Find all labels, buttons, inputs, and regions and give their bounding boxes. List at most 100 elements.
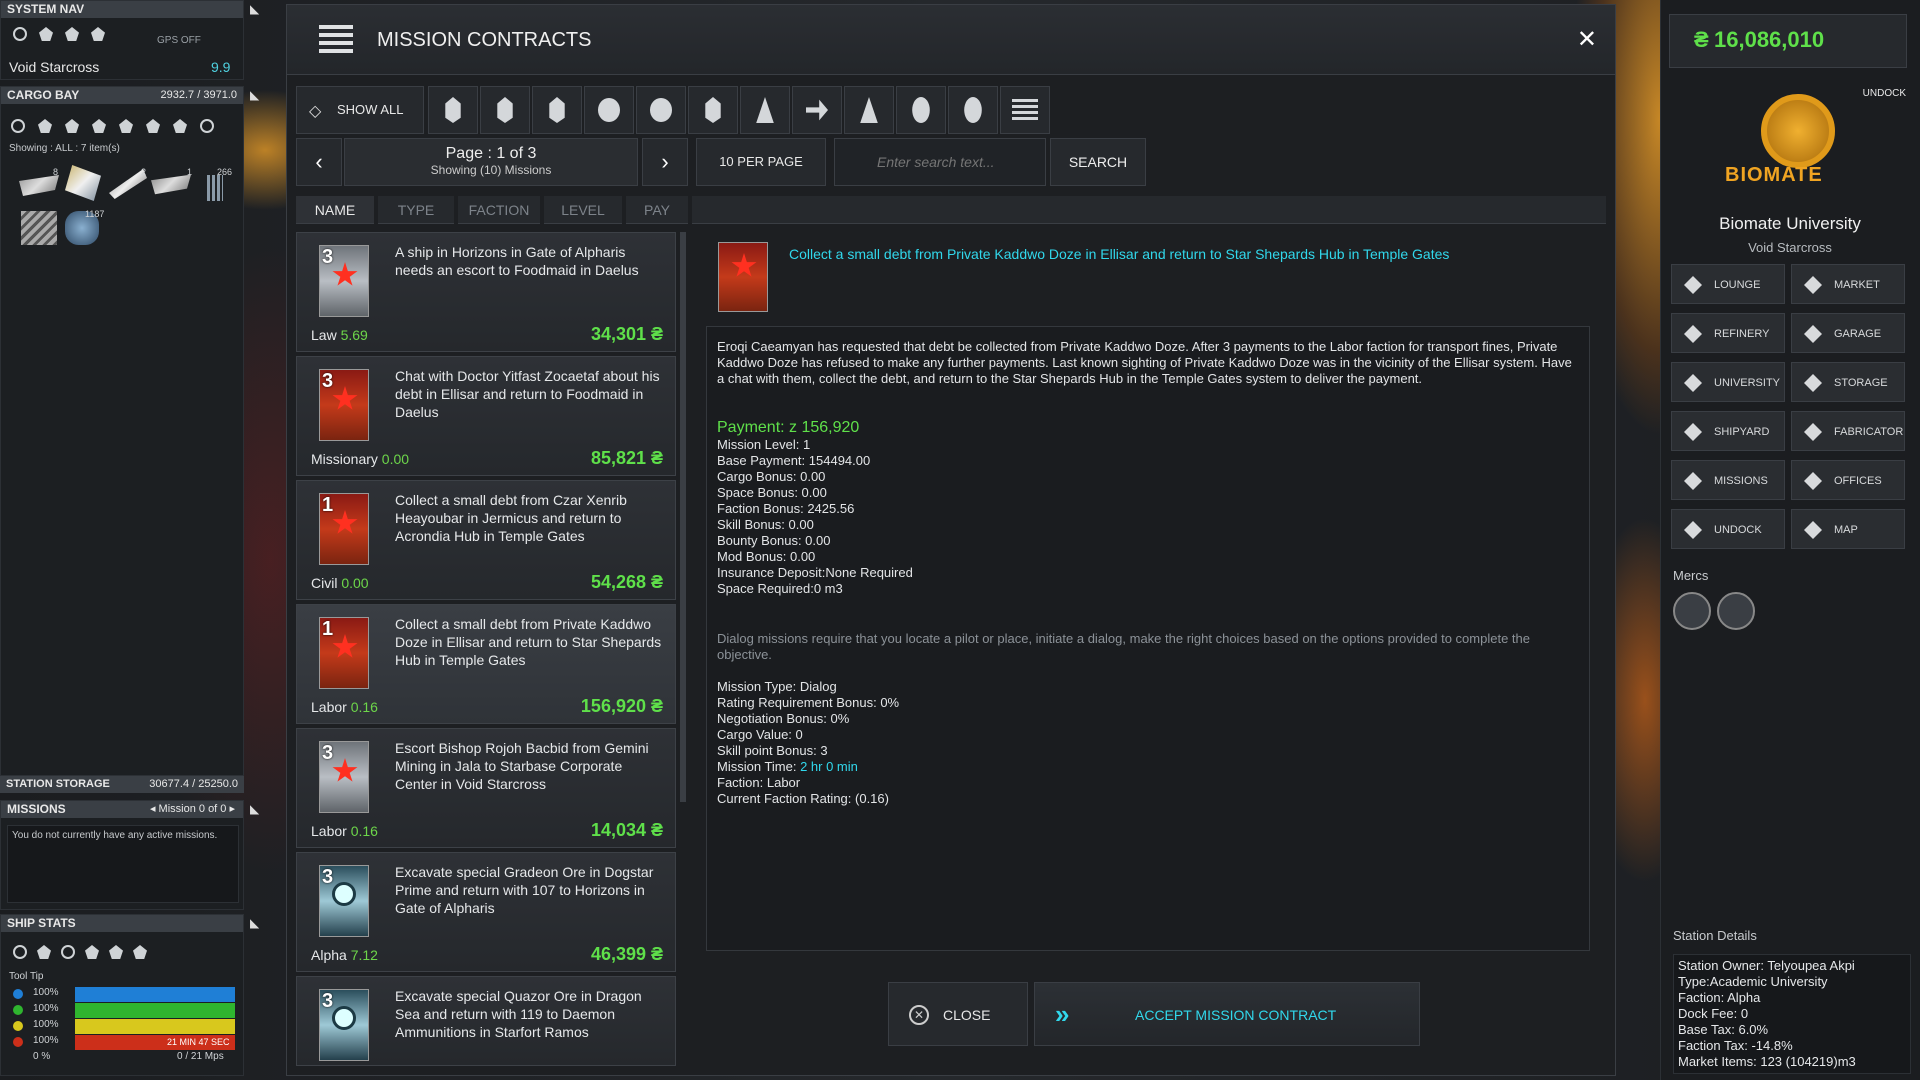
- undock-top-button[interactable]: UNDOCK: [1863, 88, 1906, 99]
- nav-market-button[interactable]: MARKET: [1791, 264, 1905, 304]
- nav-undock-button[interactable]: UNDOCK: [1671, 509, 1785, 549]
- nav-refinery-button[interactable]: REFINERY: [1671, 313, 1785, 353]
- missions-pager[interactable]: ◂ Mission 0 of 0 ▸: [150, 801, 235, 818]
- sort-name-tab[interactable]: NAME: [296, 196, 374, 224]
- missions-pin-icon[interactable]: ◣: [250, 802, 259, 816]
- cargo-item-5[interactable]: [207, 175, 223, 201]
- stats-pin-icon[interactable]: ◣: [250, 916, 259, 930]
- nav-storage-button[interactable]: STORAGE: [1791, 362, 1905, 402]
- filter-target-button[interactable]: [584, 86, 634, 134]
- filter-missiles-icon[interactable]: [146, 119, 160, 133]
- search-button[interactable]: SEARCH: [1050, 138, 1146, 186]
- search-input[interactable]: [834, 138, 1046, 186]
- sort-type-tab[interactable]: TYPE: [378, 196, 454, 224]
- garage-icon: [1804, 325, 1822, 343]
- nav-garage-button[interactable]: GARAGE: [1791, 313, 1905, 353]
- mission-pay: 14,034 ₴: [590, 820, 663, 840]
- filter-dialog-button[interactable]: [896, 86, 946, 134]
- nav-fabricator-button[interactable]: FABRICATOR: [1791, 411, 1905, 451]
- mission-card[interactable]: 3 Chat with Doctor Yitfast Zocaetaf abou…: [296, 356, 676, 476]
- show-all-button[interactable]: ◇ SHOW ALL: [296, 86, 424, 134]
- filter-escort-button[interactable]: [428, 86, 478, 134]
- cargo-item-4[interactable]: [151, 174, 191, 195]
- tooltip-label: Tool Tip: [9, 971, 44, 982]
- mission-card[interactable]: 1 Collect a small debt from Czar Xenrib …: [296, 480, 676, 600]
- filter-trade-button[interactable]: [532, 86, 582, 134]
- filter-ship-button[interactable]: [740, 86, 790, 134]
- prev-page-button[interactable]: ‹: [296, 138, 342, 186]
- target-icon[interactable]: [13, 27, 27, 41]
- target-filter-icon: [598, 98, 620, 122]
- shield-stat-icon[interactable]: [61, 945, 75, 959]
- list-icon[interactable]: [133, 945, 147, 959]
- cargo-item-2[interactable]: [65, 165, 101, 201]
- mission-card[interactable]: 3 Excavate special Quazor Ore in Dragon …: [296, 976, 676, 1066]
- engine-icon[interactable]: [37, 945, 51, 959]
- nav-shipyard-button[interactable]: SHIPYARD: [1671, 411, 1785, 451]
- filter-ore-icon[interactable]: [38, 119, 52, 133]
- mission-faction-rating: 5.69: [340, 327, 368, 343]
- filter-mining-button[interactable]: [636, 86, 686, 134]
- mission-card[interactable]: 3 Excavate special Gradeon Ore in Dogsta…: [296, 852, 676, 972]
- filter-misc-icon[interactable]: [200, 119, 214, 133]
- mission-card[interactable]: 3 Escort Bishop Rojoh Bacbid from Gemini…: [296, 728, 676, 848]
- filter-list-button[interactable]: [1000, 86, 1050, 134]
- nav-university-button[interactable]: UNIVERSITY: [1671, 362, 1785, 402]
- pin-icon[interactable]: ◣: [250, 2, 259, 16]
- filter-parts-icon[interactable]: [65, 119, 79, 133]
- merc-slot-1[interactable]: [1673, 592, 1711, 630]
- filter-cargo-button[interactable]: [480, 86, 530, 134]
- biomate-logo-text: BIOMATE: [1725, 164, 1823, 186]
- mission-card[interactable]: 1 Collect a small debt from Private Kadd…: [296, 604, 676, 724]
- nav-offices-button[interactable]: OFFICES: [1791, 460, 1905, 500]
- wing-icon[interactable]: [65, 27, 79, 41]
- stat-icon: [13, 1037, 23, 1047]
- refinery-icon: [1684, 325, 1702, 343]
- filter-pilot-button[interactable]: [844, 86, 894, 134]
- person-icon[interactable]: [91, 27, 105, 41]
- shield-icon[interactable]: [39, 27, 53, 41]
- accept-contract-button[interactable]: » ACCEPT MISSION CONTRACT: [1034, 982, 1420, 1046]
- cargo-qty-1: 8: [53, 167, 59, 177]
- filter-ammo-icon[interactable]: [173, 119, 187, 133]
- merc-slot-2[interactable]: [1717, 592, 1755, 630]
- close-window-icon[interactable]: ✕: [1577, 25, 1597, 54]
- nav-map-button[interactable]: MAP: [1791, 509, 1905, 549]
- mod-icon[interactable]: [109, 945, 123, 959]
- sort-faction-tab[interactable]: FACTION: [458, 196, 540, 224]
- stat-percent: 100%: [33, 1035, 59, 1046]
- filter-weapons-icon[interactable]: [119, 119, 133, 133]
- filter-tech-icon[interactable]: [92, 119, 106, 133]
- nav-lounge-button[interactable]: LOUNGE: [1671, 264, 1785, 304]
- missions-icon: [319, 25, 353, 57]
- per-page-select[interactable]: 10 PER PAGE: [696, 138, 826, 186]
- sort-level-tab[interactable]: LEVEL: [544, 196, 622, 224]
- detail-line: Space Required:0 m3: [717, 581, 843, 596]
- faction-emblem-icon: [332, 262, 358, 286]
- lounge-icon: [1684, 276, 1702, 294]
- close-button[interactable]: ✕ CLOSE: [888, 982, 1028, 1046]
- hull-icon[interactable]: [13, 945, 27, 959]
- filter-bounty-button[interactable]: [948, 86, 998, 134]
- mission-badge: 1: [319, 493, 369, 565]
- cargo-pin-icon[interactable]: ◣: [250, 88, 259, 102]
- station-detail-line: Dock Fee: 0: [1678, 1006, 1749, 1021]
- weapon-icon[interactable]: [85, 945, 99, 959]
- filter-salvage-button[interactable]: [688, 86, 738, 134]
- stat-percent: 100%: [33, 1019, 59, 1030]
- cargo-item-6[interactable]: [21, 211, 57, 245]
- mission-card[interactable]: 3 A ship in Horizons in Gate of Alpharis…: [296, 232, 676, 352]
- filter-transfer-button[interactable]: [792, 86, 842, 134]
- station-storage-header[interactable]: STATION STORAGE 30677.4 / 25250.0: [0, 776, 244, 793]
- list-scrollbar[interactable]: [680, 232, 686, 802]
- sort-pay-tab[interactable]: PAY: [626, 196, 688, 224]
- next-page-button[interactable]: ›: [642, 138, 688, 186]
- nav-missions-button[interactable]: MISSIONS: [1671, 460, 1785, 500]
- filter-all-icon[interactable]: [11, 119, 25, 133]
- mission-faction-name: Missionary: [311, 451, 378, 467]
- faction-emblem-icon: [332, 386, 358, 410]
- detail-line: Base Payment: 154494.00: [717, 453, 871, 468]
- mission-faction: Labor 0.16: [311, 699, 378, 715]
- mission-description: A ship in Horizons in Gate of Alpharis n…: [395, 244, 639, 278]
- stat-speed-value: 0 / 21 Mps: [177, 1051, 224, 1062]
